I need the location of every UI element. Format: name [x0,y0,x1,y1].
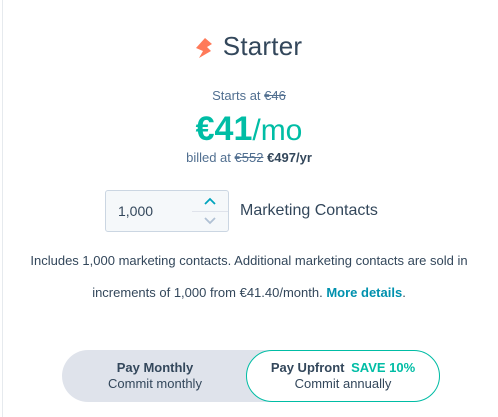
contacts-row: 1,000 Marketing Contacts [105,190,378,232]
sprocket-icon [195,37,212,58]
plan-title: Starter [222,31,303,61]
card-border [2,0,3,417]
current-yearly-price: €497/yr [267,150,312,165]
more-details-link[interactable]: More details [326,285,402,300]
contacts-stepper[interactable]: 1,000 [105,190,229,232]
chevron-down-icon [204,217,216,225]
original-monthly-price: €46 [264,88,286,103]
increment-button[interactable] [192,191,228,212]
decrement-button[interactable] [192,212,228,232]
pricing-card: Starter Starts at €46 €41/mo billed at €… [0,0,498,417]
pay-monthly-option[interactable]: Pay Monthly Commit monthly [62,350,248,402]
save-badge: SAVE 10% [351,360,416,375]
plan-header: Starter [0,31,498,62]
starts-at-label: Starts at [212,88,261,103]
starts-at-line: Starts at €46 [0,88,498,103]
pay-monthly-title: Pay Monthly [116,360,194,375]
stepper-arrows [192,191,228,231]
pay-upfront-option[interactable]: Pay Upfront SAVE 10% Commit annually [246,350,440,402]
contacts-input[interactable]: 1,000 [106,191,192,231]
pay-monthly-subtitle: Commit monthly [108,376,202,391]
price-period: /mo [252,114,303,147]
price-amount: €41 [195,110,253,148]
original-yearly-price: €552 [234,150,264,165]
pay-upfront-title: Pay Upfront [270,360,345,375]
billed-line: billed at €552 €497/yr [0,150,498,165]
pay-upfront-title-row: Pay Upfront SAVE 10% [271,360,415,376]
contacts-description: Includes 1,000 marketing contacts. Addit… [30,245,468,308]
description-suffix: . [402,284,406,300]
billing-toggle: Pay Monthly Commit monthly Pay Upfront S… [62,350,440,402]
chevron-up-icon [204,197,216,205]
pay-upfront-subtitle: Commit annually [294,376,392,391]
billed-label: billed at [186,150,231,165]
contacts-label: Marketing Contacts [240,202,378,219]
